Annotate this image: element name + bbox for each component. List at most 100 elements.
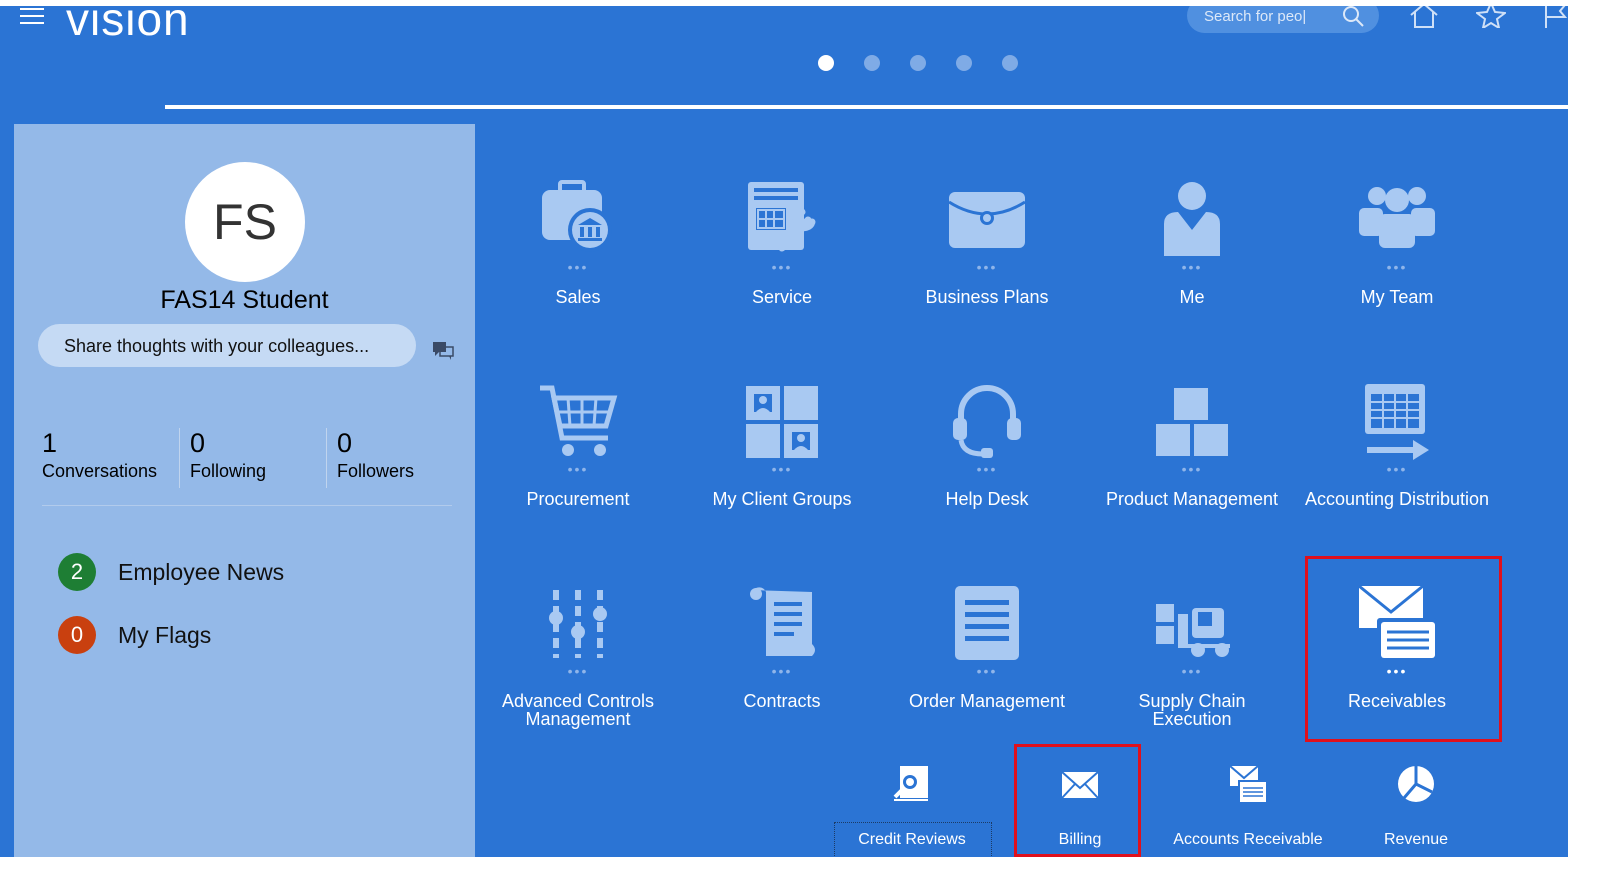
divider xyxy=(165,105,1568,109)
conversation-icon[interactable] xyxy=(432,341,454,361)
more-dots-icon: ••• xyxy=(567,259,589,275)
boxes-icon xyxy=(1156,388,1228,456)
pie-icon xyxy=(1398,766,1434,802)
carousel-dot[interactable] xyxy=(956,55,972,71)
tile-order-management[interactable]: ••• Order Management xyxy=(887,578,1087,768)
stat-label: Following xyxy=(190,461,267,481)
more-dots-icon: ••• xyxy=(976,461,998,477)
tile-business-plans[interactable]: ••• Business Plans xyxy=(887,174,1087,364)
tile-label: Contracts xyxy=(743,691,821,711)
stat-label: Conversations xyxy=(42,461,158,481)
flag-icon[interactable] xyxy=(1543,6,1568,28)
profile-panel: FS FAS14 Student Share thoughts with you… xyxy=(14,124,475,857)
receivables-highlight xyxy=(1305,556,1502,742)
tile-advanced-controls-management[interactable]: ••• Advanced Controls Management xyxy=(478,578,678,768)
my-flags-item[interactable]: 0 My Flags xyxy=(58,616,211,654)
sales-icon xyxy=(542,180,612,252)
search-icon[interactable] xyxy=(1341,6,1365,28)
stat-value: 0 xyxy=(190,428,206,458)
social-stats: 1 Conversations 0 Following 0 Followers xyxy=(42,428,452,488)
tile-service[interactable]: ••• Service xyxy=(682,174,882,364)
tile-accounting-distribution[interactable]: ••• Accounting Distribution xyxy=(1297,376,1497,566)
forklift-icon xyxy=(1156,604,1230,657)
subtile-credit-reviews[interactable]: Credit Reviews xyxy=(827,764,997,857)
count-badge: 2 xyxy=(58,553,96,591)
tile-label: Service xyxy=(751,287,813,307)
service-icon xyxy=(748,182,816,252)
share-thoughts-input[interactable]: Share thoughts with your colleagues... xyxy=(38,324,416,367)
client-groups-icon xyxy=(746,386,818,458)
tile-label: Product Management xyxy=(1105,489,1279,509)
headset-icon xyxy=(953,385,1021,458)
stat-value: 0 xyxy=(337,428,353,458)
stat-label: Followers xyxy=(337,461,415,481)
favorites-star-icon[interactable] xyxy=(1476,6,1506,28)
tile-label: Advanced Controls Management xyxy=(501,691,655,729)
tile-label: Accounting Distribution xyxy=(1304,489,1490,509)
tile-label: My Client Groups xyxy=(712,489,852,509)
sliders-icon xyxy=(549,590,607,658)
carousel-dots xyxy=(818,55,1018,71)
hamburger-menu-icon[interactable] xyxy=(20,8,44,26)
carousel-dot[interactable] xyxy=(864,55,880,71)
stat-following[interactable]: 0 Following xyxy=(179,428,319,488)
home-icon[interactable] xyxy=(1408,6,1440,28)
document-icon xyxy=(955,586,1019,660)
briefcase-icon xyxy=(948,192,1026,248)
tile-label: Me xyxy=(1179,287,1205,307)
more-dots-icon: ••• xyxy=(567,663,589,679)
vision-logo[interactable]: VISION xyxy=(66,6,190,46)
more-dots-icon: ••• xyxy=(1386,259,1408,275)
tile-label: My Team xyxy=(1360,287,1434,307)
carousel-dot[interactable] xyxy=(1002,55,1018,71)
divider xyxy=(42,505,452,506)
more-dots-icon: ••• xyxy=(976,663,998,679)
tile-me[interactable]: ••• Me xyxy=(1092,174,1292,364)
carousel-dot[interactable] xyxy=(910,55,926,71)
more-dots-icon: ••• xyxy=(771,461,793,477)
tile-my-client-groups[interactable]: ••• My Client Groups xyxy=(682,376,882,566)
tile-label: Supply Chain Execution xyxy=(1138,691,1246,729)
accounts-receivable-icon xyxy=(1229,765,1266,802)
tile-procurement[interactable]: ••• Procurement xyxy=(478,376,678,566)
more-dots-icon: ••• xyxy=(1181,461,1203,477)
tile-my-team[interactable]: ••• My Team xyxy=(1297,174,1497,364)
more-dots-icon: ••• xyxy=(771,663,793,679)
tile-contracts[interactable]: ••• Contracts xyxy=(682,578,882,768)
team-icon xyxy=(1359,187,1435,248)
carousel-dot[interactable] xyxy=(818,55,834,71)
user-name[interactable]: FAS14 Student xyxy=(14,286,475,315)
subtile-accounts-receivable[interactable]: Accounts Receivable xyxy=(1163,764,1333,857)
subtile-label: Accounts Receivable xyxy=(1173,831,1323,848)
subtile-label: Revenue xyxy=(1383,831,1449,848)
tile-label: Business Plans xyxy=(925,287,1049,307)
search-input[interactable]: Search for peo| xyxy=(1187,6,1379,33)
cart-icon xyxy=(540,385,618,456)
tile-label: Help Desk xyxy=(945,489,1029,509)
tile-sales[interactable]: ••• Sales xyxy=(478,174,678,364)
stat-followers[interactable]: 0 Followers xyxy=(326,428,452,488)
stat-value: 1 xyxy=(42,428,58,458)
accounting-icon xyxy=(1365,384,1429,460)
subtile-label: Credit Reviews xyxy=(858,831,966,848)
more-dots-icon: ••• xyxy=(771,259,793,275)
more-dots-icon: ••• xyxy=(1181,259,1203,275)
subtile-revenue[interactable]: Revenue xyxy=(1331,764,1501,857)
billing-highlight xyxy=(1014,744,1141,857)
avatar[interactable]: FS xyxy=(185,162,305,282)
stat-conversations[interactable]: 1 Conversations xyxy=(42,428,182,488)
employee-news-item[interactable]: 2 Employee News xyxy=(58,553,284,591)
springboard: VISION Search for peo| FS FAS14 Student … xyxy=(0,6,1568,857)
tile-label: Procurement xyxy=(526,489,630,509)
more-dots-icon: ••• xyxy=(1181,663,1203,679)
item-label: My Flags xyxy=(118,621,212,648)
scroll-icon xyxy=(750,587,815,656)
tile-supply-chain-execution[interactable]: ••• Supply Chain Execution xyxy=(1092,578,1292,768)
search-placeholder: Search for peo| xyxy=(1204,8,1307,25)
tile-product-management[interactable]: ••• Product Management xyxy=(1092,376,1292,566)
tile-help-desk[interactable]: ••• Help Desk xyxy=(887,376,1087,566)
tile-label: Order Management xyxy=(908,691,1066,711)
more-dots-icon: ••• xyxy=(1386,461,1408,477)
tile-label: Sales xyxy=(555,287,601,307)
more-dots-icon: ••• xyxy=(567,461,589,477)
